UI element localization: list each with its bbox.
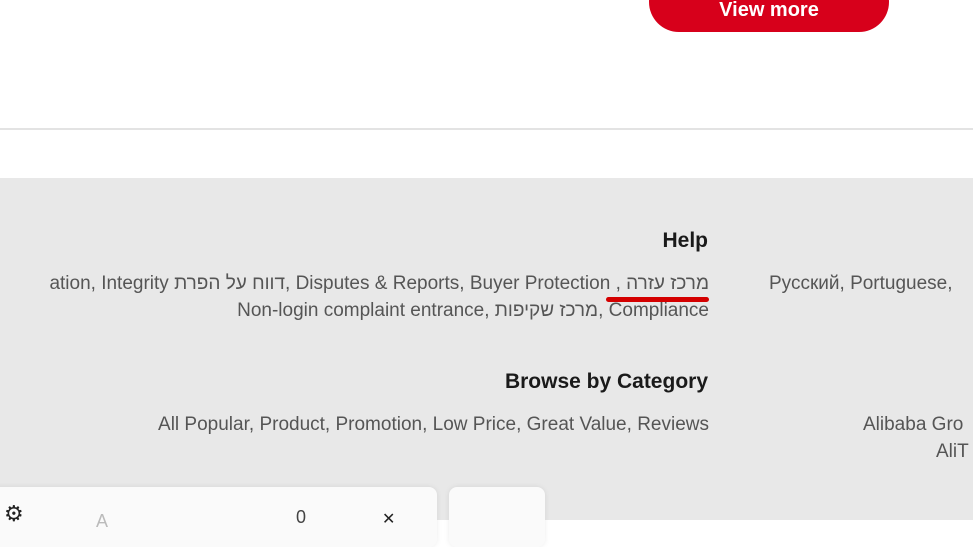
browse-link-promotion[interactable]: Promotion [335,414,422,435]
top-section: View more [0,0,973,129]
help-link[interactable]: Integrity [101,273,169,294]
help-link-compliance[interactable]: Compliance [609,300,709,321]
gear-icon[interactable]: ⚙ [4,501,24,527]
faint-text: A [96,511,109,531]
language-link-russian[interactable]: Русский [769,273,840,294]
help-links-row-1: ation, Integrity דווח על הפרת, Disputes … [49,273,709,294]
browse-heading: Browse by Category [504,370,708,393]
help-link-buyer-protection[interactable]: Buyer Protection [470,273,610,294]
help-links-row-2: Non-login complaint entrance, מרכז שקיפו… [237,300,709,321]
bottom-side-card[interactable] [449,487,545,547]
help-heading: Help [662,229,708,252]
help-link[interactable]: ation [49,273,90,294]
footer [0,178,973,520]
help-link-help-center[interactable]: מרכז עזרה [626,273,709,294]
browse-link-great-value[interactable]: Great Value [527,414,627,435]
browse-link-all-popular[interactable]: All Popular [158,414,249,435]
view-more-button[interactable]: View more [649,0,889,32]
browse-link-product[interactable]: Product [259,414,324,435]
help-link-non-login-complaint[interactable]: Non-login complaint entrance [237,300,484,321]
count-text: 0 [296,507,307,527]
group-link-2[interactable]: AliT [936,441,969,463]
language-link-portuguese[interactable]: Portuguese [850,273,947,294]
bottom-toolbar: ⚙ A 0 ✕ [0,487,437,547]
language-links: Русский, Portuguese, [769,273,953,294]
browse-links: All Popular, Product, Promotion, Low Pri… [158,414,709,435]
help-link-disputes[interactable]: Disputes & Reports [296,273,460,294]
browse-link-reviews[interactable]: Reviews [637,414,709,435]
browse-link-low-price[interactable]: Low Price [433,414,516,435]
divider [0,128,973,130]
group-link-1[interactable]: Alibaba Gro [863,414,963,436]
help-link-transparency-center[interactable]: מרכז שקיפות [495,300,598,321]
close-icon[interactable]: ✕ [382,509,395,529]
help-link-report-ip[interactable]: דווח על הפרת [174,273,285,294]
